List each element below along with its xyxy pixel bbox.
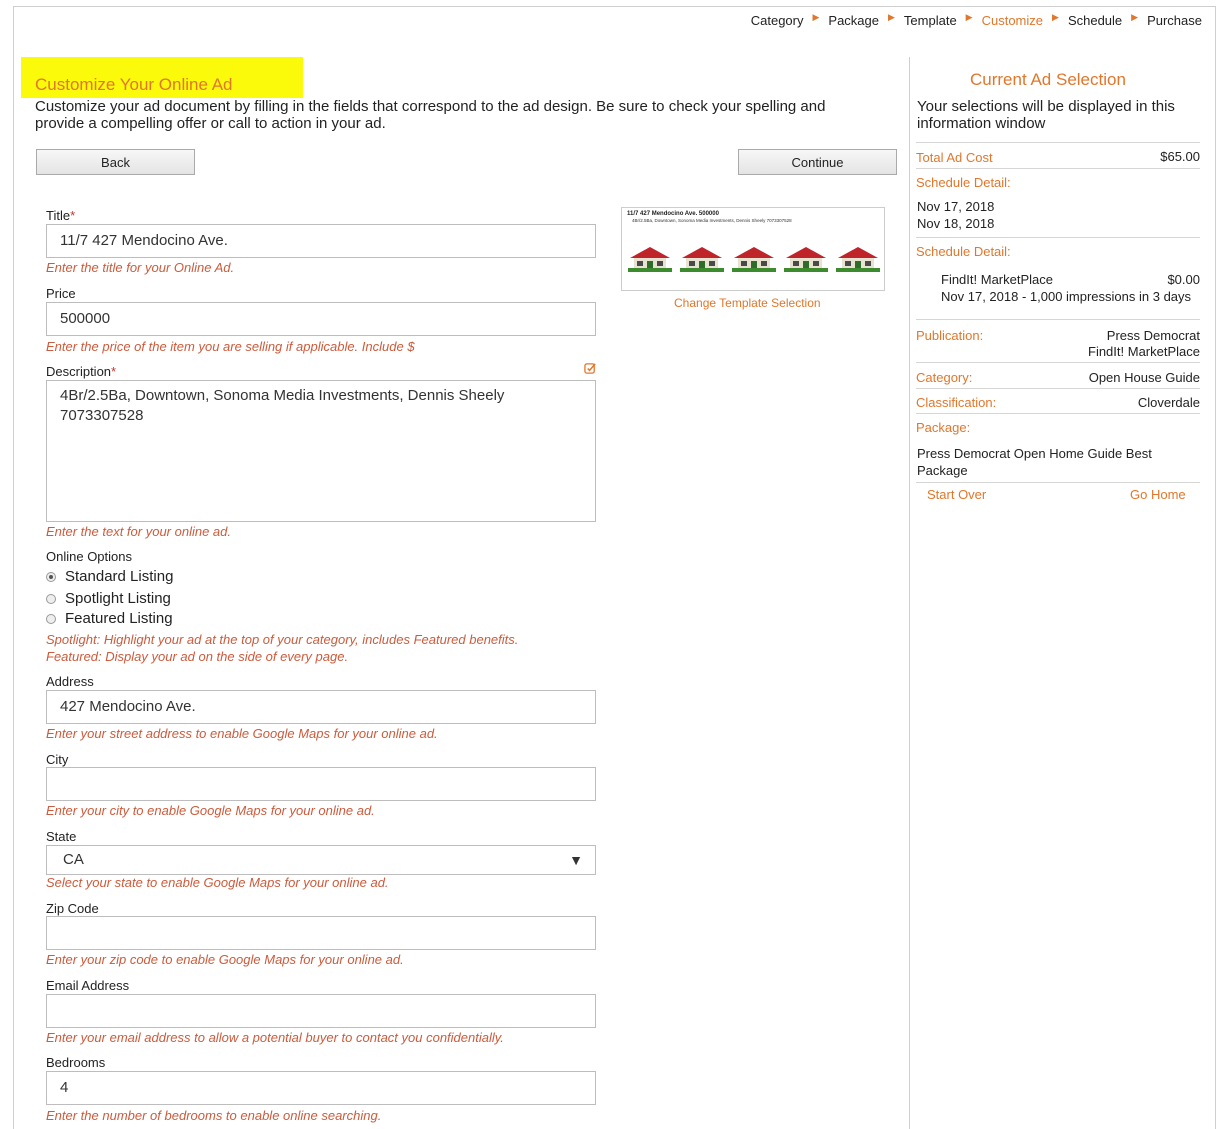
address-hint: Enter your street address to enable Goog… [46, 726, 438, 741]
column-divider [909, 57, 910, 1129]
preview-description: 4Br/2.5Ba, Downtown, Sonoma Media Invest… [632, 218, 792, 223]
city-label: City [46, 752, 69, 767]
divider [916, 237, 1200, 238]
city-hint: Enter your city to enable Google Maps fo… [46, 803, 375, 818]
title-input[interactable]: 11/7 427 Mendocino Ave. [46, 224, 596, 258]
title-hint: Enter the title for your Online Ad. [46, 260, 235, 275]
address-label: Address [46, 674, 94, 689]
spotlight-hint: Spotlight: Highlight your ad at the top … [46, 632, 519, 647]
house-icon [836, 247, 880, 272]
breadcrumb-arrow-icon: ▶ [1131, 12, 1139, 22]
description-textarea[interactable]: 4Br/2.5Ba, Downtown, Sonoma Media Invest… [46, 380, 596, 522]
schedule-item-price: $0.00 [1167, 272, 1200, 287]
continue-button[interactable]: Continue [738, 149, 897, 175]
option-standard-listing[interactable]: Standard Listing [46, 568, 173, 585]
ad-template-preview[interactable]: 11/7 427 Mendocino Ave. 500000 4Br/2.5Ba… [621, 207, 885, 291]
schedule-date: Nov 17, 2018 [917, 199, 995, 214]
classification-value: Cloverdale [1137, 395, 1200, 410]
state-hint: Select your state to enable Google Maps … [46, 875, 389, 890]
page-title: Customize Your Online Ad [35, 75, 233, 94]
classification-label: Classification: [916, 395, 997, 410]
house-icon [732, 247, 776, 272]
total-cost-value: $65.00 [1160, 149, 1200, 164]
go-home-link[interactable]: Go Home [1130, 487, 1186, 502]
chevron-down-icon: ▼ [569, 852, 583, 868]
preview-title: 11/7 427 Mendocino Ave. 500000 [627, 211, 719, 217]
sidebar-title: Current Ad Selection [970, 70, 1126, 89]
zip-label: Zip Code [46, 901, 99, 916]
breadcrumb-template[interactable]: Template [904, 13, 957, 28]
divider [916, 388, 1200, 389]
option-spotlight-listing[interactable]: Spotlight Listing [46, 590, 171, 607]
package-label: Package: [916, 420, 971, 435]
publication-value: FindIt! MarketPlace [1088, 344, 1200, 359]
bedrooms-input[interactable]: 4 [46, 1071, 596, 1105]
breadcrumb-customize: Customize [981, 13, 1044, 28]
start-over-link[interactable]: Start Over [927, 487, 986, 502]
publication-value: Press Democrat [1106, 328, 1200, 343]
price-hint: Enter the price of the item you are sell… [46, 339, 415, 354]
featured-hint: Featured: Display your ad on the side of… [46, 649, 349, 664]
breadcrumb-package[interactable]: Package [828, 13, 879, 28]
sidebar-intro: Your selections will be displayed in thi… [917, 98, 1175, 132]
schedule-detail-label: Schedule Detail: [916, 244, 1011, 259]
house-icon [628, 247, 672, 272]
description-label: Description* [46, 364, 117, 379]
breadcrumb: Category ▶ Package ▶ Template ▶ Customiz… [751, 12, 1202, 28]
price-input[interactable]: 500000 [46, 302, 596, 336]
breadcrumb-schedule[interactable]: Schedule [1068, 13, 1122, 28]
description-hint: Enter the text for your online ad. [46, 524, 231, 539]
email-hint: Enter your email address to allow a pote… [46, 1030, 504, 1045]
divider [916, 319, 1200, 320]
breadcrumb-arrow-icon: ▶ [965, 12, 973, 22]
total-cost-label: Total Ad Cost [916, 150, 993, 165]
house-icon [680, 247, 724, 272]
state-selected-value: CA [63, 851, 84, 868]
email-input[interactable] [46, 994, 596, 1028]
schedule-date: Nov 18, 2018 [917, 216, 995, 231]
breadcrumb-category[interactable]: Category [751, 13, 804, 28]
bedrooms-hint: Enter the number of bedrooms to enable o… [46, 1108, 382, 1123]
breadcrumb-arrow-icon: ▶ [1052, 12, 1059, 22]
state-label: State [46, 829, 77, 844]
category-value: Open House Guide [1088, 370, 1200, 385]
package-value: Press Democrat Open Home Guide Best Pack… [917, 446, 1152, 478]
breadcrumb-arrow-icon: ▶ [888, 12, 895, 22]
divider [916, 142, 1200, 143]
change-template-link[interactable]: Change Template Selection [674, 296, 821, 310]
online-options-label: Online Options [46, 549, 132, 564]
schedule-detail-label: Schedule Detail: [916, 175, 1011, 190]
schedule-item-detail: Nov 17, 2018 - 1,000 impressions in 3 da… [941, 289, 1192, 304]
category-label: Category: [916, 370, 973, 385]
breadcrumb-purchase[interactable]: Purchase [1147, 13, 1202, 28]
publication-label: Publication: [916, 328, 984, 343]
radio-icon[interactable] [46, 593, 56, 604]
city-input[interactable] [46, 767, 596, 801]
zip-hint: Enter your zip code to enable Google Map… [46, 952, 404, 967]
divider [916, 482, 1200, 483]
email-label: Email Address [46, 978, 130, 993]
spellcheck-edit-icon[interactable] [584, 362, 597, 375]
schedule-item-name: FindIt! MarketPlace [941, 272, 1053, 287]
title-label: Title* [46, 208, 76, 223]
page-intro: Customize your ad document by filling in… [35, 98, 826, 132]
radio-icon[interactable] [46, 613, 56, 624]
breadcrumb-arrow-icon: ▶ [812, 12, 820, 22]
price-label: Price [46, 286, 76, 301]
house-icon [784, 247, 828, 272]
bedrooms-label: Bedrooms [46, 1055, 106, 1070]
back-button[interactable]: Back [36, 149, 195, 175]
divider [916, 413, 1200, 414]
option-featured-listing[interactable]: Featured Listing [46, 610, 173, 627]
divider [916, 362, 1200, 363]
zip-input[interactable] [46, 916, 596, 950]
radio-selected-icon[interactable] [46, 571, 56, 582]
address-input[interactable]: 427 Mendocino Ave. [46, 690, 596, 724]
state-select[interactable]: CA ▼ [46, 845, 596, 875]
divider [916, 168, 1200, 169]
